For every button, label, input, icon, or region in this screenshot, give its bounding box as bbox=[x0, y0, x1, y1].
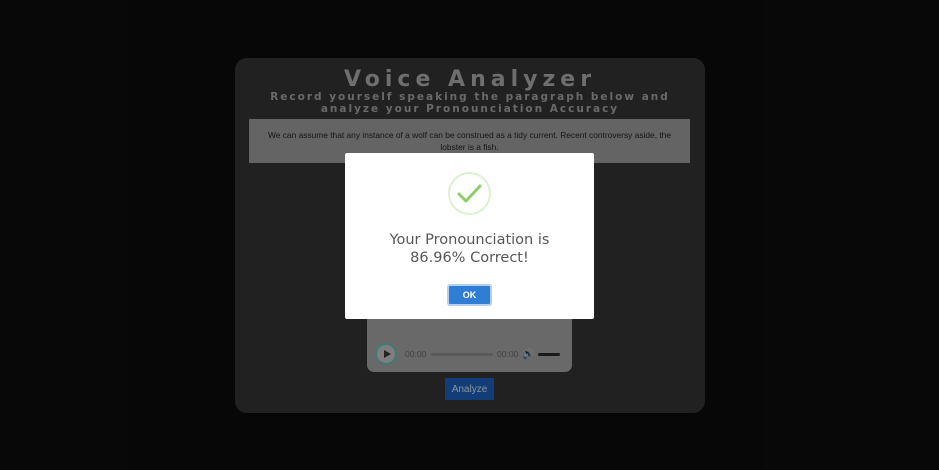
ok-button[interactable]: OK bbox=[447, 284, 492, 306]
check-icon bbox=[448, 172, 491, 215]
result-modal: Your Pronounciation is 86.96% Correct! O… bbox=[345, 153, 594, 319]
page: Voice Analyzer Record yourself speaking … bbox=[0, 0, 939, 470]
result-message: Your Pronounciation is 86.96% Correct! bbox=[345, 231, 594, 267]
result-message-line2: 86.96% Correct! bbox=[410, 250, 529, 266]
result-message-line1: Your Pronounciation is bbox=[389, 232, 550, 248]
